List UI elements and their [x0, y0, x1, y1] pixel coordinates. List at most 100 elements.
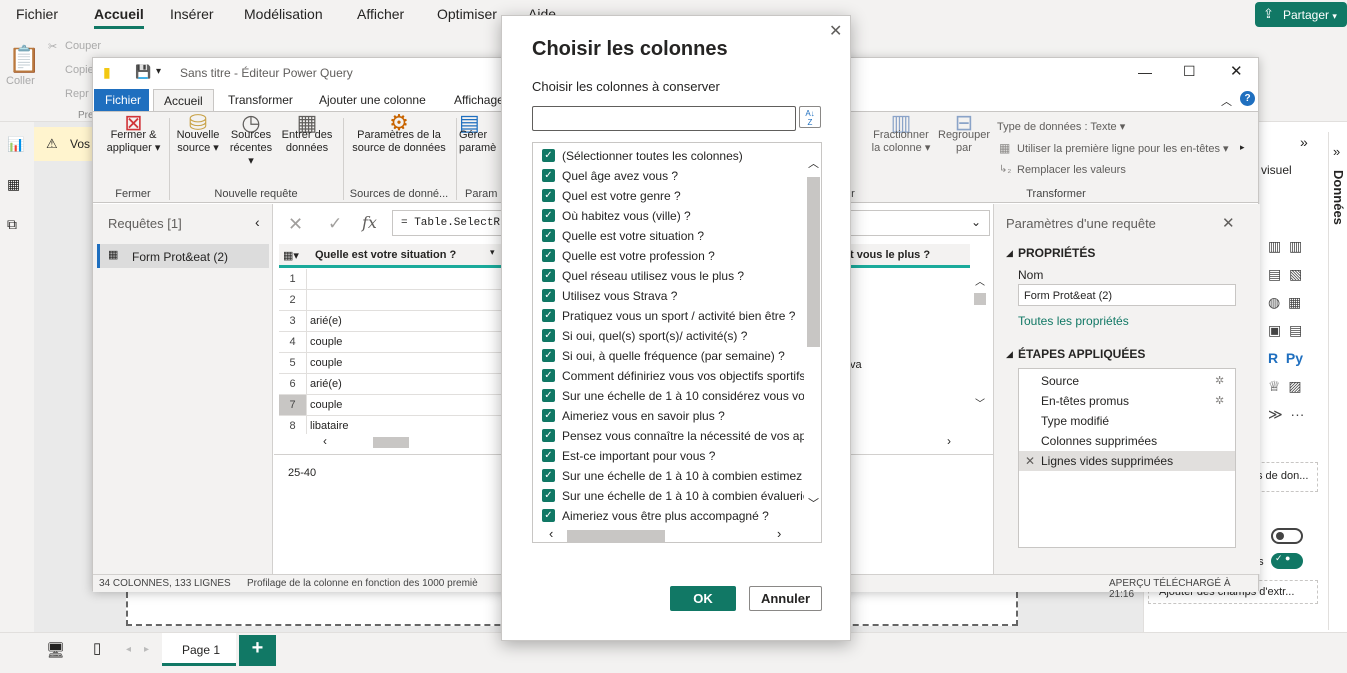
desktop-view-icon[interactable]: 🖥 — [46, 641, 65, 659]
collapse-queries-icon[interactable]: ‹ — [255, 214, 260, 230]
column-checkbox-item[interactable]: ✓ Pensez vous connaître la nécessité de v… — [542, 426, 804, 446]
close-dialog-icon[interactable]: ✕ — [829, 21, 842, 41]
column-checkbox-item[interactable]: ✓ Quel est votre genre ? — [542, 186, 804, 206]
column-checkbox-item[interactable]: ✓ Pratiquez vous un sport / activité bien… — [542, 306, 804, 326]
toggle-on[interactable]: ✓ ● — [1271, 553, 1303, 569]
report-view-icon[interactable]: 📊 — [7, 136, 24, 153]
grid-vscroll-thumb[interactable] — [974, 293, 986, 305]
maximize-icon[interactable]: ☐ — [1183, 63, 1196, 80]
column-search-input[interactable] — [532, 106, 796, 131]
scroll-down-icon[interactable]: ﹀ — [808, 495, 819, 511]
visual-icons-row-1[interactable]: ▥ ▥ — [1268, 232, 1324, 260]
grid-hscroll-thumb[interactable] — [373, 437, 409, 448]
column-header-network[interactable]: t vous le plus ? — [850, 249, 930, 261]
checkbox-checked-icon[interactable]: ✓ — [542, 329, 555, 342]
new-source-button[interactable]: ⛁ Nouvelle source ▾ — [173, 112, 223, 155]
column-checkbox-item[interactable]: ✓ Utilisez vous Strava ? — [542, 286, 804, 306]
prev-page-icon[interactable]: ◂ — [126, 644, 131, 655]
manage-params-button[interactable]: ▤ Gérer paramè — [459, 112, 501, 155]
column-checkbox-item[interactable]: ✓ Aimeriez vous en savoir plus ? — [542, 406, 804, 426]
pq-tab-fichier[interactable]: Fichier — [94, 89, 149, 111]
copy-button[interactable]: Copie — [65, 64, 94, 76]
pbi-tab-afficher[interactable]: Afficher — [357, 6, 404, 22]
column-checkbox-item[interactable]: ✓ Quel réseau utilisez vous le plus ? — [542, 266, 804, 286]
source-params-button[interactable]: ⚙ Paramètres de la source de données — [347, 112, 451, 155]
column-checkbox-item[interactable]: ✓ Quelle est votre situation ? — [542, 226, 804, 246]
model-view-icon[interactable]: ⧉ — [7, 216, 17, 233]
query-item[interactable]: ▦ Form Prot&eat (2) — [97, 244, 269, 268]
pq-tab-affichage[interactable]: Affichage — [454, 93, 504, 107]
delete-step-icon[interactable]: ✕ — [1025, 454, 1035, 468]
data-pane-strip[interactable]: » Données — [1328, 132, 1347, 630]
visualizations-gallery[interactable]: ▥ ▥ ▤ ▧ ◍ ▦ ▣ ▤ R Py ♕ ▨ ≫ ··· — [1268, 232, 1324, 422]
all-properties-link[interactable]: Toutes les propriétés — [1018, 314, 1129, 328]
listbox-vscroll-thumb[interactable] — [807, 177, 820, 347]
first-row-header-button[interactable]: Utiliser la première ligne pour les en-t… — [1017, 142, 1229, 155]
pbi-tab-fichier[interactable]: Fichier — [16, 6, 58, 22]
format-painter-button[interactable]: Repr — [65, 88, 89, 100]
column-checkbox-item[interactable]: ✓ Si oui, à quelle fréquence (par semaine… — [542, 346, 804, 366]
toggle-off[interactable] — [1271, 528, 1303, 544]
checkbox-checked-icon[interactable]: ✓ — [542, 409, 555, 422]
column-checkbox-item[interactable]: ✓ Est-ce important pour vous ? — [542, 446, 804, 466]
properties-collapse-icon[interactable]: ◢ — [1006, 248, 1013, 259]
checkbox-checked-icon[interactable]: ✓ — [542, 509, 555, 522]
step-removed-blank-rows[interactable]: ✕ Lignes vides supprimées — [1019, 451, 1235, 471]
fx-icon[interactable]: fx — [362, 213, 377, 232]
pbi-tab-optimiser[interactable]: Optimiser — [437, 6, 497, 22]
checkbox-checked-icon[interactable]: ✓ — [542, 309, 555, 322]
step-changed-type[interactable]: Type modifié — [1019, 411, 1235, 431]
table-row[interactable]: 7 couple — [279, 395, 501, 416]
close-apply-button[interactable]: ⊠ Fermer & appliquer ▾ — [101, 112, 166, 155]
status-profiling[interactable]: Profilage de la colonne en fonction des … — [247, 578, 478, 589]
close-settings-icon[interactable]: ✕ — [1222, 214, 1235, 232]
data-type-dropdown[interactable]: Type de données : Texte ▾ — [997, 120, 1125, 133]
ribbon-scroll-icon[interactable]: ▸ — [1240, 142, 1245, 153]
table-row[interactable]: 5 couple — [279, 353, 501, 374]
mobile-view-icon[interactable]: ▯ — [93, 639, 101, 657]
checkbox-checked-icon[interactable]: ✓ — [542, 429, 555, 442]
sort-az-icon[interactable]: A↓ Z — [799, 106, 821, 128]
checkbox-checked-icon[interactable]: ✓ — [542, 449, 555, 462]
cancel-formula-icon[interactable]: ✕ — [288, 214, 303, 235]
add-page-button[interactable]: + — [239, 635, 276, 666]
scroll-right-icon[interactable]: › — [777, 526, 781, 541]
scroll-down-icon[interactable]: ﹀ — [975, 395, 985, 410]
checkbox-checked-icon[interactable]: ✓ — [542, 349, 555, 362]
expand-formula-icon[interactable]: ⌄ — [971, 215, 981, 229]
listbox-hscroll-thumb[interactable] — [567, 530, 665, 542]
steps-collapse-icon[interactable]: ◢ — [1006, 349, 1013, 360]
next-page-icon[interactable]: ▸ — [144, 644, 149, 655]
checkbox-checked-icon[interactable]: ✓ — [542, 249, 555, 262]
group-by-button[interactable]: ⊟ Regrouper par — [935, 112, 993, 155]
pq-tab-transformer[interactable]: Transformer — [228, 93, 293, 107]
scroll-left-icon[interactable]: ‹ — [549, 526, 553, 541]
column-checkbox-select-all[interactable]: ✓ (Sélectionner toutes les colonnes) — [542, 146, 804, 166]
pbi-tab-modelisation[interactable]: Modélisation — [244, 6, 323, 22]
save-icon[interactable]: 💾 — [135, 64, 151, 80]
collapse-pane-icon[interactable]: » — [1300, 134, 1308, 150]
scroll-left-icon[interactable]: ‹ — [323, 434, 327, 448]
visual-icons-row-6[interactable]: ♕ ▨ — [1268, 372, 1324, 400]
qat-dropdown-icon[interactable]: ▾ — [156, 66, 161, 77]
checkbox-checked-icon[interactable]: ✓ — [542, 389, 555, 402]
query-name-input[interactable]: Form Prot&eat (2) — [1018, 284, 1236, 306]
column-header-situation[interactable]: Quelle est votre situation ? — [315, 249, 456, 261]
column-checkbox-item[interactable]: ✓ Sur une échelle de 1 à 10 à combien éva… — [542, 486, 804, 506]
table-row[interactable]: 4 couple — [279, 332, 501, 353]
checkbox-checked-icon[interactable]: ✓ — [542, 209, 555, 222]
step-removed-columns[interactable]: Colonnes supprimées — [1019, 431, 1235, 451]
checkbox-checked-icon[interactable]: ✓ — [542, 489, 555, 502]
pbi-tab-inserer[interactable]: Insérer — [170, 6, 214, 22]
table-row[interactable]: 6 arié(e) — [279, 374, 501, 395]
table-menu-icon[interactable]: ▦▾ — [283, 249, 299, 262]
share-button[interactable]: ⇪ Partager ▾ — [1255, 2, 1347, 27]
page-tab-1[interactable]: Page 1 — [162, 633, 236, 666]
paste-label[interactable]: Coller — [6, 75, 35, 87]
recent-sources-button[interactable]: ◷ Sources récentes ▾ — [226, 112, 276, 168]
checkbox-checked-icon[interactable]: ✓ — [542, 469, 555, 482]
split-column-button[interactable]: ▥ Fractionner la colonne ▾ — [869, 112, 933, 155]
checkbox-checked-icon[interactable]: ✓ — [542, 289, 555, 302]
pbi-tab-accueil[interactable]: Accueil — [94, 6, 144, 29]
visual-icons-row-2[interactable]: ▤ ▧ — [1268, 260, 1324, 288]
